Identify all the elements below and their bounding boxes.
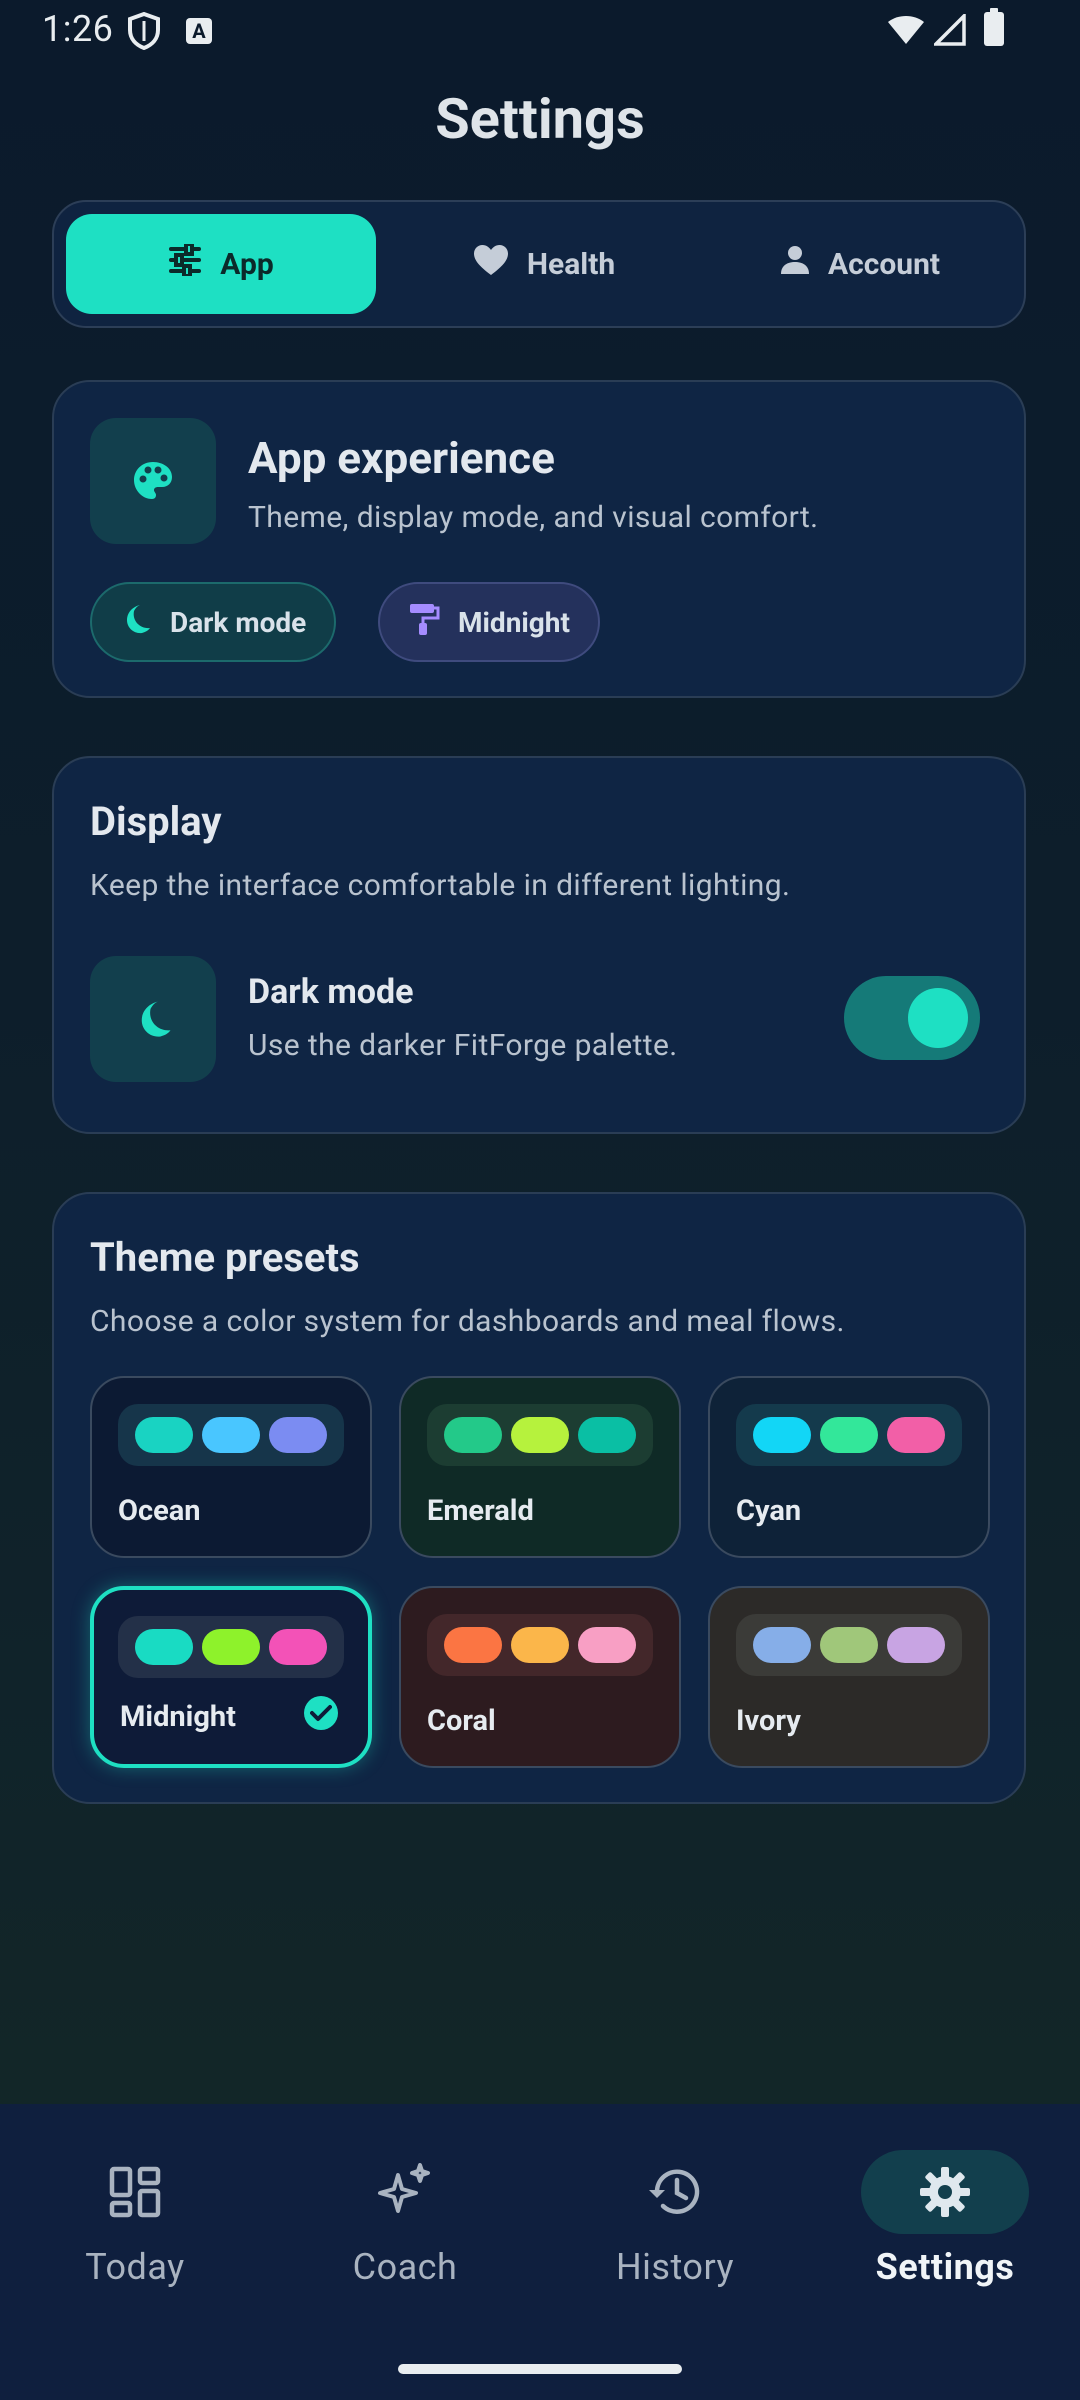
swatch-dot — [269, 1629, 328, 1665]
moon-icon — [90, 956, 216, 1082]
preset-swatch — [118, 1616, 344, 1678]
preset-name: Coral — [427, 1704, 496, 1738]
midnight-chip-label: Midnight — [458, 605, 570, 639]
check-circle-icon — [304, 1696, 338, 1730]
person-icon — [780, 245, 810, 283]
status-time: 1:26 — [42, 8, 114, 50]
tab-health[interactable]: Health — [384, 214, 704, 314]
swatch-dot — [201, 1417, 260, 1453]
settings-tab-bar: App Health Account — [52, 200, 1026, 328]
swatch-dot — [269, 1417, 328, 1453]
preset-name: Ocean — [118, 1494, 201, 1528]
preset-midnight[interactable]: Midnight — [90, 1586, 372, 1768]
preset-name: Midnight — [120, 1700, 236, 1734]
paint-roller-icon — [408, 602, 440, 643]
display-card: Display Keep the interface comfortable i… — [52, 756, 1026, 1134]
nav-today-label: Today — [85, 2246, 185, 2288]
swatch-dot — [201, 1629, 260, 1665]
dark-mode-toggle[interactable] — [844, 976, 980, 1060]
history-icon — [591, 2150, 759, 2234]
preset-coral[interactable]: Coral — [399, 1586, 681, 1768]
swatch-dot — [443, 1417, 502, 1453]
bottom-navigation: Today Coach History Settings — [0, 2104, 1080, 2400]
heart-icon — [473, 244, 509, 284]
sliders-icon — [168, 242, 202, 284]
sparkle-icon — [321, 2150, 489, 2234]
midnight-chip[interactable]: Midnight — [378, 582, 600, 662]
swatch-dot — [887, 1627, 946, 1663]
wifi-icon — [886, 14, 926, 50]
tab-account-label: Account — [827, 246, 941, 282]
status-bar: 1:26 A — [0, 0, 1080, 64]
swatch-dot — [510, 1417, 569, 1453]
preset-ocean[interactable]: Ocean — [90, 1376, 372, 1558]
theme-presets-subtitle: Choose a color system for dashboards and… — [90, 1304, 845, 1339]
display-subtitle: Keep the interface comfortable in differ… — [90, 868, 791, 903]
dark-mode-row-subtitle: Use the darker FitForge palette. — [248, 1028, 678, 1063]
preset-swatch — [736, 1404, 962, 1466]
preset-swatch — [427, 1614, 653, 1676]
palette-icon — [90, 418, 216, 544]
nav-settings-label: Settings — [875, 2246, 1015, 2288]
nav-today[interactable]: Today — [0, 2144, 270, 2324]
preset-name: Ivory — [736, 1704, 801, 1738]
preset-swatch — [736, 1614, 962, 1676]
preset-cyan[interactable]: Cyan — [708, 1376, 990, 1558]
nav-settings[interactable]: Settings — [810, 2144, 1080, 2324]
tab-app[interactable]: App — [66, 214, 376, 314]
page-title: Settings — [435, 86, 645, 152]
swatch-dot — [819, 1627, 878, 1663]
swatch-dot — [752, 1417, 811, 1453]
preset-name: Cyan — [736, 1494, 802, 1528]
tab-app-label: App — [220, 246, 274, 282]
home-indicator[interactable] — [398, 2364, 682, 2374]
shield-icon — [126, 11, 162, 54]
swatch-dot — [752, 1627, 811, 1663]
toggle-knob — [908, 988, 968, 1048]
preset-swatch — [427, 1404, 653, 1466]
nav-coach-label: Coach — [352, 2246, 458, 2288]
swatch-dot — [510, 1627, 569, 1663]
gear-icon — [861, 2150, 1029, 2234]
dark-mode-row-title: Dark mode — [248, 972, 414, 1012]
swatch-dot — [578, 1627, 637, 1663]
signal-icon — [931, 11, 966, 50]
swatch-dot — [819, 1417, 878, 1453]
app-notification-icon: A — [186, 18, 212, 44]
battery-icon — [984, 8, 1004, 46]
nav-history[interactable]: History — [540, 2144, 810, 2324]
preset-ivory[interactable]: Ivory — [708, 1586, 990, 1768]
preset-name: Emerald — [427, 1494, 534, 1528]
swatch-dot — [578, 1417, 637, 1453]
dark-mode-chip[interactable]: Dark mode — [90, 582, 337, 662]
nav-history-label: History — [615, 2246, 735, 2288]
dashboard-icon — [51, 2150, 219, 2234]
preset-swatch — [118, 1404, 344, 1466]
moon-icon — [120, 603, 152, 642]
theme-presets-card: Theme presets Choose a color system for … — [52, 1192, 1026, 1804]
nav-coach[interactable]: Coach — [270, 2144, 540, 2324]
swatch-dot — [443, 1627, 502, 1663]
preset-emerald[interactable]: Emerald — [399, 1376, 681, 1558]
swatch-dot — [887, 1417, 946, 1453]
dark-mode-chip-label: Dark mode — [170, 605, 307, 639]
tab-health-label: Health — [526, 246, 616, 282]
app-experience-title: App experience — [248, 432, 555, 484]
swatch-dot — [134, 1629, 193, 1665]
app-experience-subtitle: Theme, display mode, and visual comfort. — [248, 500, 819, 535]
display-title: Display — [90, 798, 222, 845]
app-experience-card: App experience Theme, display mode, and … — [52, 380, 1026, 698]
swatch-dot — [134, 1417, 193, 1453]
tab-account[interactable]: Account — [704, 214, 1016, 314]
theme-presets-title: Theme presets — [90, 1234, 360, 1281]
